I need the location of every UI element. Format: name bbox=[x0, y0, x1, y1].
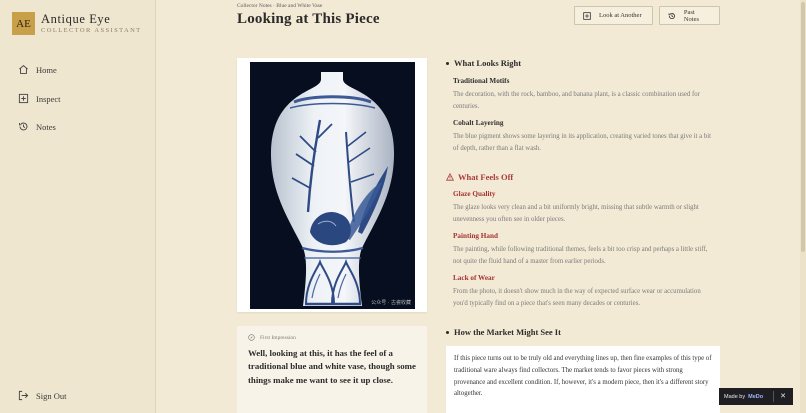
past-notes-label: Past Notes bbox=[683, 8, 700, 23]
first-impression-card: First Impression Well, looking at this, … bbox=[237, 326, 427, 413]
history-icon bbox=[19, 122, 28, 131]
bullet-dot bbox=[446, 61, 449, 65]
badge-divider bbox=[773, 391, 774, 402]
sidebar-item-home[interactable]: Home bbox=[18, 64, 57, 75]
looks-right-heading: What Looks Right bbox=[446, 58, 521, 68]
brand[interactable]: AE Antique Eye COLLECTOR ASSISTANT bbox=[12, 12, 142, 35]
look-at-another-label: Look at Another bbox=[599, 12, 642, 19]
brand-title: Antique Eye bbox=[41, 11, 111, 26]
item-body: The decoration, with the rock, bamboo, a… bbox=[453, 91, 700, 111]
compass-icon bbox=[248, 334, 255, 341]
feels-off-heading: What Feels Off bbox=[446, 172, 513, 182]
feels-off-heading-text: What Feels Off bbox=[458, 172, 514, 182]
warning-icon bbox=[446, 173, 454, 181]
item-body: The painting, while following traditiona… bbox=[453, 246, 708, 266]
badge-prefix: Made by bbox=[724, 393, 746, 400]
feels-off-item: Glaze Quality The glaze looks very clean… bbox=[453, 190, 715, 227]
item-body: From the photo, it doesn't show much in … bbox=[453, 288, 701, 308]
impression-text: Well, looking at this, it has the feel o… bbox=[248, 348, 416, 385]
item-title: Traditional Motifs bbox=[453, 77, 510, 85]
plus-square-icon bbox=[18, 93, 29, 104]
bullet-dot bbox=[446, 330, 449, 334]
look-at-another-button[interactable]: Look at Another bbox=[574, 6, 653, 25]
sidebar-item-label: Inspect bbox=[36, 93, 61, 104]
scrollbar[interactable] bbox=[800, 0, 806, 413]
badge-brand: MeDo bbox=[748, 393, 764, 400]
item-body: The glaze looks very clean and a bit uni… bbox=[453, 204, 699, 224]
item-body: The blue pigment shows some layering in … bbox=[453, 133, 712, 153]
sidebar-item-notes[interactable]: Notes bbox=[18, 121, 56, 132]
close-icon[interactable]: ✕ bbox=[780, 392, 786, 400]
made-by-badge[interactable]: Made by MeDo ✕ bbox=[719, 388, 793, 405]
item-title: Lack of Wear bbox=[453, 274, 495, 282]
photo-card: 公众号 · 古瓷收藏 bbox=[237, 58, 427, 312]
vase-photo[interactable]: 公众号 · 古瓷收藏 bbox=[250, 62, 415, 309]
market-heading-text: How the Market Might See It bbox=[454, 327, 561, 337]
sign-out-button[interactable]: Sign Out bbox=[18, 390, 66, 401]
photo-watermark: 公众号 · 古瓷收藏 bbox=[371, 300, 411, 306]
sidebar-item-label: Notes bbox=[36, 121, 56, 132]
feels-off-item: Painting Hand The painting, while follow… bbox=[453, 232, 715, 269]
market-heading: How the Market Might See It bbox=[446, 327, 561, 337]
sign-out-icon bbox=[18, 390, 29, 401]
vase-illustration bbox=[270, 72, 395, 306]
item-title: Painting Hand bbox=[453, 232, 498, 240]
breadcrumb: Collector Notes · Blue and White Vase bbox=[237, 3, 323, 9]
brand-subtitle: COLLECTOR ASSISTANT bbox=[41, 27, 142, 34]
impression-label-text: First Impression bbox=[260, 334, 296, 341]
sidebar: AE Antique Eye COLLECTOR ASSISTANT Home … bbox=[0, 0, 156, 413]
market-box: If this piece turns out to be truly old … bbox=[446, 346, 720, 413]
item-title: Cobalt Layering bbox=[453, 119, 504, 127]
scrollbar-thumb[interactable] bbox=[801, 2, 805, 252]
looks-right-heading-text: What Looks Right bbox=[454, 58, 522, 68]
feels-off-item: Lack of Wear From the photo, it doesn't … bbox=[453, 274, 715, 311]
page-title: Looking at This Piece bbox=[237, 11, 380, 27]
sidebar-item-label: Home bbox=[36, 64, 57, 75]
history-icon bbox=[668, 12, 675, 19]
impression-label: First Impression bbox=[248, 334, 416, 341]
sidebar-item-inspect[interactable]: Inspect bbox=[18, 93, 61, 104]
plus-square-icon bbox=[583, 11, 591, 20]
home-icon bbox=[19, 65, 28, 74]
looks-right-item: Traditional Motifs The decoration, with … bbox=[453, 77, 715, 114]
brand-logo: AE bbox=[12, 12, 35, 35]
item-title: Glaze Quality bbox=[453, 190, 496, 198]
past-notes-button[interactable]: Past Notes bbox=[659, 6, 720, 25]
looks-right-item: Cobalt Layering The blue pigment shows s… bbox=[453, 119, 715, 156]
sign-out-label: Sign Out bbox=[36, 390, 67, 401]
